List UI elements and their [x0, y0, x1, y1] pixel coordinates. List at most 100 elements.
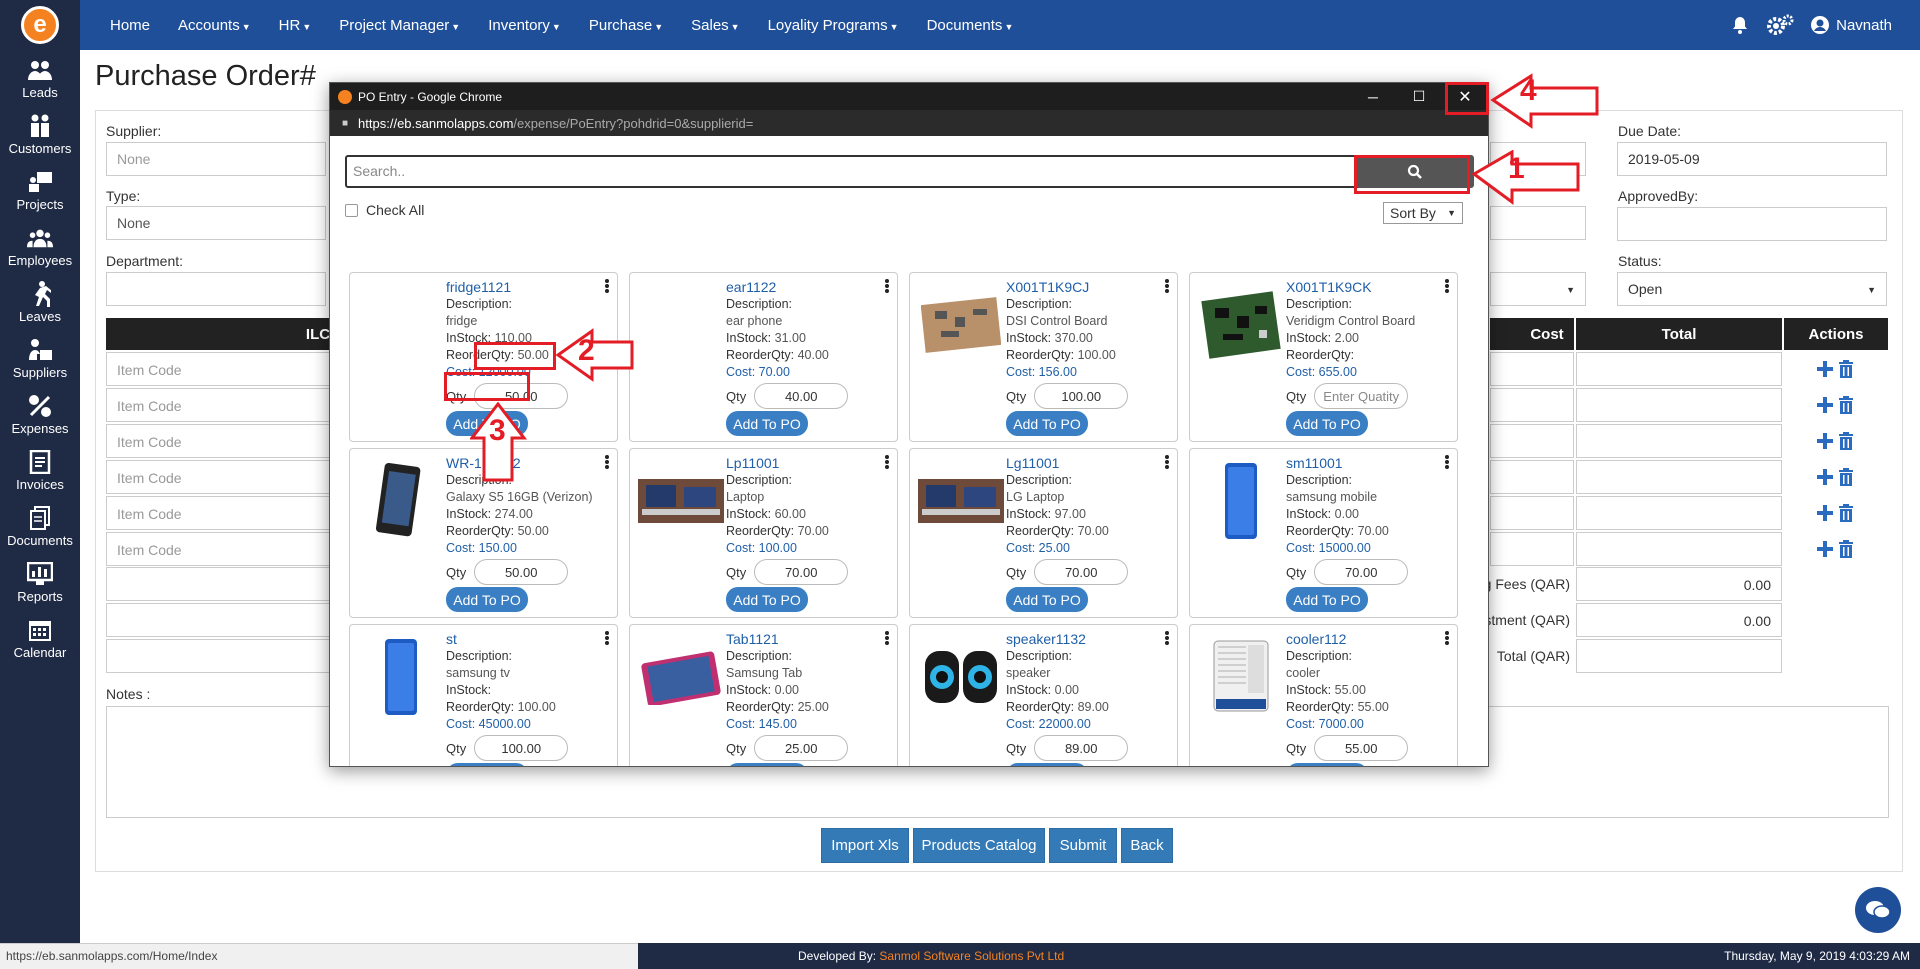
trash-icon[interactable]: [1838, 360, 1854, 378]
kebab-menu-icon[interactable]: [1445, 455, 1449, 469]
department-select[interactable]: [106, 272, 326, 306]
trash-icon[interactable]: [1838, 504, 1854, 522]
qty-input[interactable]: Enter Quatity: [1314, 383, 1409, 409]
select-partial[interactable]: ▼: [1490, 272, 1586, 306]
qty-input[interactable]: 100.00: [474, 735, 569, 761]
nav-item-hr[interactable]: HR ▼: [265, 17, 326, 34]
product-name-link[interactable]: X001T1K9CK: [1286, 279, 1415, 296]
qty-input[interactable]: 55.00: [1314, 735, 1409, 761]
chat-button[interactable]: [1855, 887, 1901, 933]
add-row-icon[interactable]: [1816, 468, 1834, 486]
product-name-link[interactable]: cooler112: [1286, 631, 1389, 648]
product-name-link[interactable]: st: [446, 631, 556, 648]
nav-item-purchase[interactable]: Purchase ▼: [575, 17, 677, 34]
products-catalog-button[interactable]: Products Catalog: [913, 828, 1045, 863]
cost-cell[interactable]: [1490, 388, 1574, 422]
nav-item-sales[interactable]: Sales ▼: [677, 17, 753, 34]
check-all-checkbox[interactable]: [345, 203, 358, 217]
add-row-icon[interactable]: [1816, 360, 1834, 378]
minimize-icon[interactable]: ─: [1350, 83, 1396, 110]
submit-button[interactable]: Submit: [1049, 828, 1117, 863]
add-to-po-button[interactable]: Add To PO: [1286, 411, 1368, 436]
status-select[interactable]: Open ▼: [1617, 272, 1887, 306]
sidebar-item-employees[interactable]: Employees: [0, 218, 80, 274]
sidebar-item-calendar[interactable]: Calendar: [0, 610, 80, 666]
supplier-field[interactable]: None: [106, 142, 326, 176]
due-date-field[interactable]: 2019-05-09: [1617, 142, 1887, 176]
nav-item-project-manager[interactable]: Project Manager ▼: [325, 17, 474, 34]
product-name-link[interactable]: sm11001: [1286, 455, 1389, 472]
add-to-po-button[interactable]: Add To PO: [726, 763, 808, 766]
add-to-po-button[interactable]: Add To PO: [726, 411, 808, 436]
nav-item-loyality-programs[interactable]: Loyality Programs ▼: [754, 17, 913, 34]
qty-input[interactable]: 50.00: [474, 559, 569, 585]
add-row-icon[interactable]: [1816, 396, 1834, 414]
kebab-menu-icon[interactable]: [605, 279, 609, 293]
add-row-icon[interactable]: [1816, 540, 1834, 558]
cost-cell[interactable]: [1490, 460, 1574, 494]
qty-input[interactable]: 40.00: [754, 383, 849, 409]
sidebar-item-reports[interactable]: Reports: [0, 554, 80, 610]
item-code-input[interactable]: Item Code: [106, 460, 336, 494]
qty-input[interactable]: 100.00: [1034, 383, 1129, 409]
bell-icon[interactable]: [1720, 0, 1760, 50]
product-name-link[interactable]: Lg11001: [1006, 455, 1109, 472]
cost-cell[interactable]: [1490, 424, 1574, 458]
item-code-input[interactable]: Item Code: [106, 424, 336, 458]
add-to-po-button[interactable]: Add To PO: [1006, 587, 1088, 612]
sidebar-item-expenses[interactable]: Expenses: [0, 386, 80, 442]
add-to-po-button[interactable]: Add To PO: [1006, 763, 1088, 766]
product-name-link[interactable]: ear1122: [726, 279, 829, 296]
approved-by-field[interactable]: [1617, 207, 1887, 241]
qty-input[interactable]: 70.00: [754, 559, 849, 585]
trash-icon[interactable]: [1838, 540, 1854, 558]
add-to-po-button[interactable]: Add To PO: [446, 763, 528, 766]
add-to-po-button[interactable]: Add To PO: [1286, 763, 1368, 766]
sidebar-item-leads[interactable]: Leads: [0, 50, 80, 106]
nav-item-inventory[interactable]: Inventory ▼: [474, 17, 575, 34]
qty-input[interactable]: 70.00: [1034, 559, 1129, 585]
popup-address-bar[interactable]: ■ https://eb.sanmolapps.com/expense/PoEn…: [330, 110, 1488, 136]
add-to-po-button[interactable]: Add To PO: [726, 587, 808, 612]
kebab-menu-icon[interactable]: [885, 279, 889, 293]
kebab-menu-icon[interactable]: [1165, 455, 1169, 469]
maximize-icon[interactable]: ☐: [1396, 83, 1442, 110]
cost-cell[interactable]: [1490, 352, 1574, 386]
nav-item-home[interactable]: Home: [96, 17, 164, 34]
product-name-link[interactable]: Lp11001: [726, 455, 829, 472]
product-name-link[interactable]: X001T1K9CJ: [1006, 279, 1116, 296]
trash-icon[interactable]: [1838, 432, 1854, 450]
add-to-po-button[interactable]: Add To PO: [1006, 411, 1088, 436]
trash-icon[interactable]: [1838, 468, 1854, 486]
gears-icon[interactable]: [1760, 0, 1800, 50]
cost-cell[interactable]: [1490, 496, 1574, 530]
sidebar-item-documents[interactable]: Documents: [0, 498, 80, 554]
user-menu[interactable]: Navnath: [1800, 15, 1920, 35]
product-name-link[interactable]: Tab1121: [726, 631, 829, 648]
import-xls-button[interactable]: Import Xls: [821, 828, 909, 863]
product-search-input[interactable]: Search..: [345, 155, 1361, 188]
nav-item-accounts[interactable]: Accounts ▼: [164, 17, 265, 34]
field-partial-2[interactable]: [1490, 206, 1586, 240]
item-code-input[interactable]: Item Code: [106, 532, 336, 566]
qty-input[interactable]: 70.00: [1314, 559, 1409, 585]
kebab-menu-icon[interactable]: [1445, 279, 1449, 293]
add-row-icon[interactable]: [1816, 504, 1834, 522]
check-all[interactable]: Check All: [345, 202, 424, 218]
add-to-po-button[interactable]: Add To PO: [1286, 587, 1368, 612]
add-to-po-button[interactable]: Add To PO: [446, 587, 528, 612]
sidebar-item-suppliers[interactable]: Suppliers: [0, 330, 80, 386]
cost-cell[interactable]: [1490, 532, 1574, 566]
kebab-menu-icon[interactable]: [1165, 631, 1169, 645]
kebab-menu-icon[interactable]: [1445, 631, 1449, 645]
kebab-menu-icon[interactable]: [885, 455, 889, 469]
add-row-icon[interactable]: [1816, 432, 1834, 450]
kebab-menu-icon[interactable]: [605, 631, 609, 645]
app-logo[interactable]: e: [0, 0, 80, 50]
product-name-link[interactable]: fridge1121: [446, 279, 549, 296]
nav-item-documents[interactable]: Documents ▼: [913, 17, 1028, 34]
kebab-menu-icon[interactable]: [885, 631, 889, 645]
qty-input[interactable]: 89.00: [1034, 735, 1129, 761]
item-code-input[interactable]: Item Code: [106, 496, 336, 530]
sidebar-item-invoices[interactable]: Invoices: [0, 442, 80, 498]
